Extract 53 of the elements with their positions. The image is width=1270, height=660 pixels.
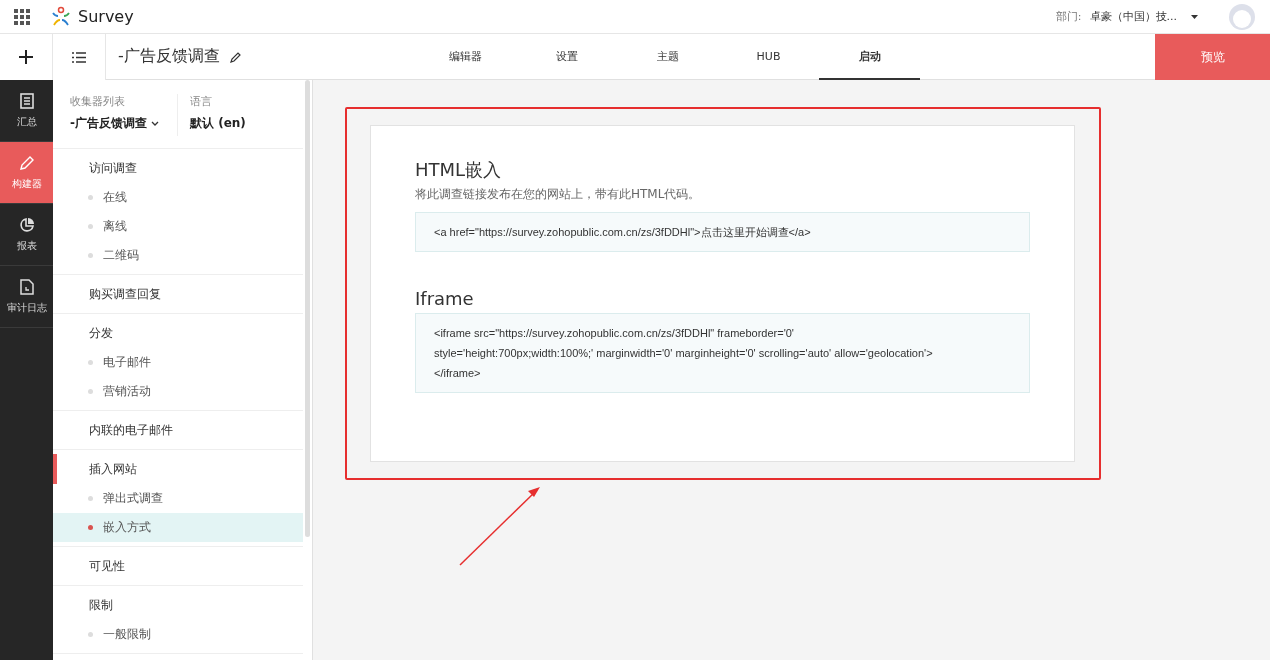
sidebar-item[interactable]: 弹出式调查 xyxy=(53,484,303,513)
language-label: 语言 xyxy=(190,94,213,109)
collector-dropdown[interactable]: -广告反馈调查 xyxy=(70,115,159,132)
sidebar-item[interactable]: 营销活动 xyxy=(53,377,303,406)
chevron-down-icon xyxy=(151,121,159,126)
bullet-icon xyxy=(88,195,93,200)
department-dropdown[interactable]: 卓豪（中国）技... xyxy=(1089,9,1198,24)
bullet-icon xyxy=(88,496,93,501)
sidebar-item[interactable]: 离线 xyxy=(53,212,303,241)
tab[interactable]: HUB xyxy=(718,34,819,80)
sidebar-item[interactable]: 二维码 xyxy=(53,241,303,270)
tab[interactable]: 启动 xyxy=(819,34,920,80)
rail-label: 报表 xyxy=(16,238,37,253)
bullet-icon xyxy=(88,224,93,229)
survey-title: -广告反馈调查 xyxy=(118,46,220,67)
tab[interactable]: 编辑器 xyxy=(415,34,516,80)
rail-label: 审计日志 xyxy=(6,300,47,315)
add-button[interactable] xyxy=(0,34,53,80)
pencil-icon xyxy=(18,154,35,171)
plus-icon xyxy=(18,49,34,65)
block-description: 将此调查链接发布在您的网站上，带有此HTML代码。 xyxy=(415,186,702,203)
document-icon xyxy=(19,92,34,109)
file-icon xyxy=(19,278,34,295)
rail-label: 汇总 xyxy=(16,114,37,129)
block-title: Iframe xyxy=(415,288,475,309)
menu-button[interactable] xyxy=(53,34,106,80)
tab[interactable]: 设置 xyxy=(516,34,617,80)
block-title: HTML嵌入 xyxy=(415,158,503,182)
pie-chart-icon xyxy=(18,216,35,233)
bullet-icon xyxy=(88,389,93,394)
apps-grid-icon[interactable] xyxy=(14,8,30,25)
bullet-icon xyxy=(88,253,93,258)
rail-label: 构建器 xyxy=(11,176,42,191)
bullet-icon xyxy=(88,525,93,530)
sidebar-item[interactable]: 电子邮件 xyxy=(53,348,303,377)
app-name: Survey xyxy=(78,7,134,26)
language-value: 默认 (en) xyxy=(190,115,246,132)
sidebar-item[interactable]: 在线 xyxy=(53,183,303,212)
sidebar-section[interactable]: 可见性 xyxy=(53,551,303,581)
tab[interactable]: 主题 xyxy=(617,34,718,80)
sidebar-item[interactable]: 嵌入方式 xyxy=(53,513,303,542)
bullet-icon xyxy=(88,360,93,365)
department-label: 部门: xyxy=(1055,9,1082,24)
code-box[interactable]: <iframe src="https://survey.zohopublic.com.cn/zs/3fDDHl" frameborder='0' style='height:700px;width:100%;' marginwidth='0' marginheight='0' scrolling='auto' allow='geolocation'> </iframe> xyxy=(415,313,1030,393)
pencil-icon[interactable] xyxy=(229,50,242,63)
sidebar-item[interactable]: 一般限制 xyxy=(53,620,303,649)
code-box[interactable]: <a href="https://survey.zohopublic.com.cn/zs/3fDDHl">点击这里开始调查</a> xyxy=(415,212,1030,252)
logo-icon xyxy=(50,5,72,28)
bullet-icon xyxy=(88,632,93,637)
collector-label: 收集器列表 xyxy=(70,94,126,109)
sidebar-section[interactable]: 限制 xyxy=(53,590,303,620)
caret-icon xyxy=(1191,14,1198,19)
menu-icon xyxy=(72,51,86,63)
